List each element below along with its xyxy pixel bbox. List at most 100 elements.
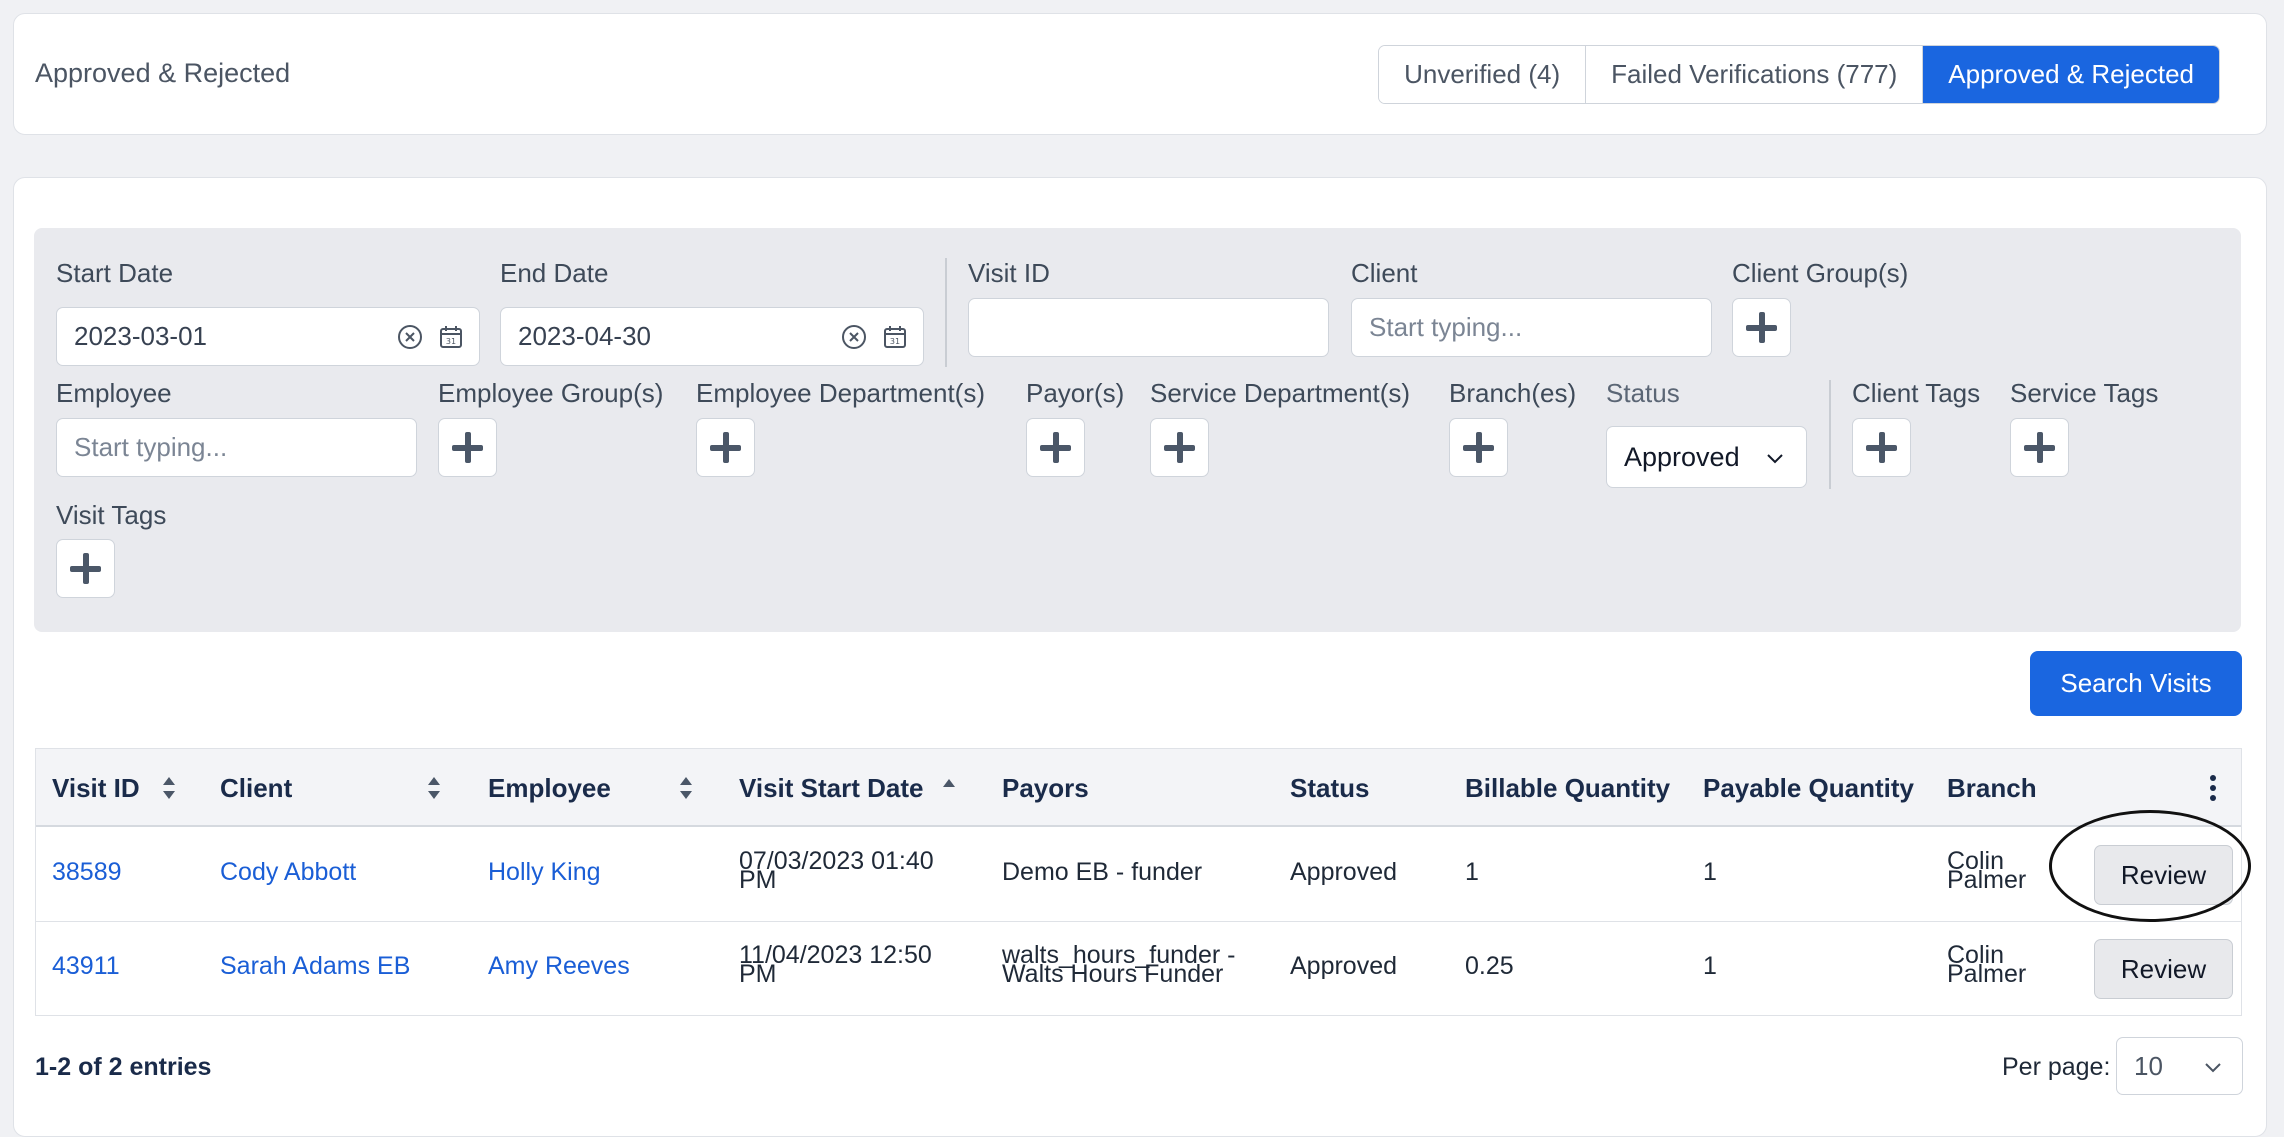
sort-icon[interactable] (426, 775, 442, 801)
add-service-department-button[interactable] (1150, 418, 1209, 477)
column-header-employee[interactable]: Employee (488, 773, 611, 804)
client-link[interactable]: Sarah Adams EB (220, 954, 410, 979)
add-payor-button[interactable] (1026, 418, 1085, 477)
employee-link[interactable]: Amy Reeves (488, 954, 630, 979)
client-input[interactable]: Start typing... (1351, 298, 1712, 357)
employee-label: Employee (56, 378, 172, 408)
sort-icon[interactable] (161, 775, 177, 801)
start-date-label: Start Date (56, 258, 174, 288)
start-date-value: 2023-03-01 (74, 321, 207, 351)
billable-quantity-cell: 1 (1465, 858, 1479, 886)
employee-placeholder: Start typing... (74, 432, 228, 462)
service-tags-label: Service Tags (2010, 378, 2159, 408)
add-client-tag-button[interactable] (1852, 418, 1911, 477)
client-label: Client (1351, 258, 1418, 288)
payor-cell: Demo EB - funder (1002, 858, 1203, 886)
per-page-value: 10 (2134, 1050, 2163, 1081)
review-button[interactable]: Review (2094, 939, 2233, 999)
filter-divider (945, 258, 947, 367)
table-row: 43911 Sarah Adams EB Amy Reeves 11/04/20… (36, 922, 2241, 1016)
svg-text:31: 31 (890, 337, 900, 346)
employee-link[interactable]: Holly King (488, 860, 601, 885)
column-header-client[interactable]: Client (220, 773, 292, 804)
client-tags-label: Client Tags (1852, 378, 1981, 408)
highlight-ring (2049, 810, 2251, 922)
main-card: Start Date 2023-03-01 31 End Date 2023-0… (13, 177, 2267, 1137)
payable-quantity-cell: 1 (1703, 858, 1717, 886)
status-cell: Approved (1290, 952, 1398, 980)
add-service-tag-button[interactable] (2010, 418, 2069, 477)
sort-ascending-icon[interactable] (941, 775, 957, 801)
filter-divider (1829, 380, 1831, 489)
visit-start-date: 11/04/2023 12:50 PM (739, 943, 932, 987)
column-header-payable-quantity: Payable Quantity (1703, 773, 1914, 803)
end-date-value: 2023-04-30 (518, 321, 651, 351)
visit-start-date: 07/03/2023 01:40 PM (739, 849, 934, 893)
add-employee-department-button[interactable] (696, 418, 755, 477)
tab-failed-verifications[interactable]: Failed Verifications (777) (1586, 46, 1924, 103)
visit-id-label: Visit ID (968, 258, 1050, 288)
view-tabs: Unverified (4) Failed Verifications (777… (1378, 45, 2220, 104)
entries-count: 1-2 of 2 entries (35, 1053, 212, 1081)
column-header-visit-start-date[interactable]: Visit Start Date (739, 773, 923, 804)
visits-table: Visit ID Client Employee Visit Start Dat… (35, 748, 2242, 1016)
add-employee-group-button[interactable] (438, 418, 497, 477)
start-date-field[interactable]: 2023-03-01 31 (56, 307, 480, 366)
payable-quantity-cell: 1 (1703, 952, 1717, 980)
more-options-icon[interactable] (2208, 773, 2218, 803)
employee-groups-label: Employee Group(s) (438, 378, 664, 408)
branch-cell: Colin Palmer (1947, 943, 2027, 988)
tab-approved-rejected[interactable]: Approved & Rejected (1923, 46, 2219, 103)
column-header-billable-quantity: Billable Quantity (1465, 773, 1671, 803)
billable-quantity-cell: 0.25 (1465, 952, 1514, 980)
branches-label: Branch(es) (1449, 378, 1577, 408)
client-link[interactable]: Cody Abbott (220, 860, 356, 885)
branch-cell: Colin Palmer (1947, 849, 2027, 894)
add-client-group-button[interactable] (1732, 298, 1791, 357)
payor-line: Demo EB - funder (1002, 858, 1203, 886)
service-departments-label: Service Department(s) (1150, 378, 1411, 408)
branch-line: Palmer (1947, 960, 2027, 988)
chevron-down-icon (1767, 454, 1783, 464)
visit-id-link[interactable]: 38589 (52, 860, 122, 885)
page-title: Approved & Rejected (35, 58, 291, 88)
column-header-branch: Branch (1947, 773, 2037, 803)
visit-id-input[interactable] (968, 298, 1329, 357)
calendar-icon[interactable]: 31 (882, 324, 908, 350)
add-visit-tag-button[interactable] (56, 539, 115, 598)
status-select[interactable]: Approved (1606, 426, 1807, 488)
column-header-visit-id[interactable]: Visit ID (52, 773, 140, 804)
calendar-icon[interactable]: 31 (438, 324, 464, 350)
employee-input[interactable]: Start typing... (56, 418, 417, 477)
client-groups-label: Client Group(s) (1732, 258, 1909, 288)
filter-panel: Start Date 2023-03-01 31 End Date 2023-0… (34, 228, 2241, 632)
add-branch-button[interactable] (1449, 418, 1508, 477)
end-date-field[interactable]: 2023-04-30 31 (500, 307, 924, 366)
clear-icon[interactable] (841, 324, 867, 350)
column-header-payors: Payors (1002, 773, 1089, 803)
payor-line: Walts Hours Funder (1002, 960, 1224, 988)
per-page-label: Per page: (2002, 1053, 2111, 1081)
svg-text:31: 31 (446, 337, 456, 346)
chevron-down-icon (2205, 1063, 2221, 1073)
visit-id-link[interactable]: 43911 (52, 954, 120, 979)
clear-icon[interactable] (397, 324, 423, 350)
end-date-label: End Date (500, 258, 609, 288)
per-page-select[interactable]: 10 (2116, 1037, 2243, 1095)
status-label: Status (1606, 378, 1680, 408)
tab-unverified[interactable]: Unverified (4) (1379, 46, 1587, 103)
employee-departments-label: Employee Department(s) (696, 378, 985, 408)
column-header-status: Status (1290, 773, 1370, 803)
client-placeholder: Start typing... (1369, 312, 1523, 342)
visit-tags-label: Visit Tags (56, 500, 167, 530)
payor-cell: walts_hours_funder - Walts Hours Funder (1002, 943, 1235, 988)
header-card: Approved & Rejected Unverified (4) Faile… (13, 13, 2267, 135)
status-value: Approved (1624, 441, 1740, 472)
sort-icon[interactable] (678, 775, 694, 801)
table-row: 38589 Cody Abbott Holly King 07/03/2023 … (36, 828, 2241, 922)
table-header: Visit ID Client Employee Visit Start Dat… (36, 749, 2241, 827)
search-visits-button[interactable]: Search Visits (2030, 651, 2242, 716)
branch-line: Palmer (1947, 866, 2027, 894)
payors-label: Payor(s) (1026, 378, 1125, 408)
status-cell: Approved (1290, 858, 1398, 886)
